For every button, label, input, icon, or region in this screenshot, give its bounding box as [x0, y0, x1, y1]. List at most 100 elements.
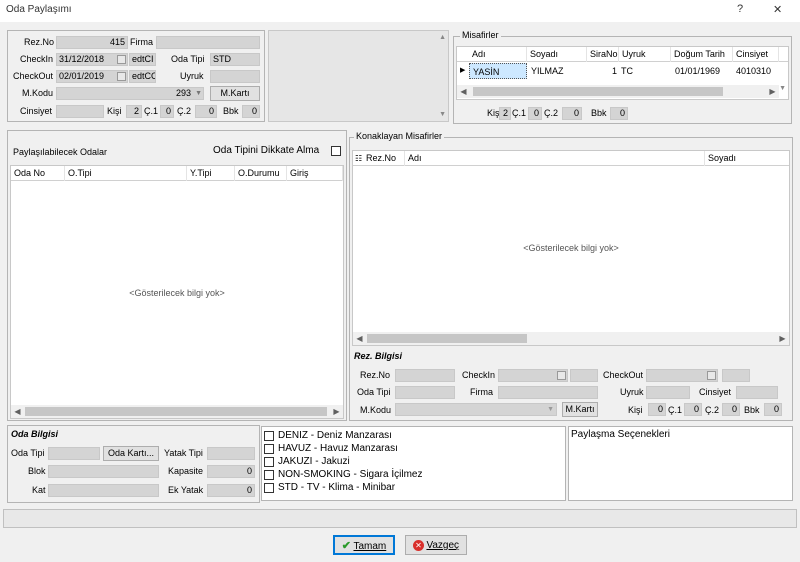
col-odano[interactable]: Oda No: [11, 166, 65, 181]
calendar-icon[interactable]: [707, 371, 716, 380]
c2-field[interactable]: 0: [195, 105, 217, 118]
help-button[interactable]: ?: [737, 3, 743, 15]
kisi-field[interactable]: 0: [648, 403, 666, 416]
chevron-down-icon[interactable]: ▼: [547, 404, 554, 415]
cancel-icon: ✕: [412, 540, 424, 551]
scroll-left-icon[interactable]: ◀: [457, 85, 470, 98]
col-soyadi[interactable]: Soyadı: [527, 47, 587, 62]
col-odurumu[interactable]: O.Durumu: [235, 166, 287, 181]
col-rezno[interactable]: Rez.No: [363, 151, 405, 166]
guests-title: Misafirler: [460, 30, 501, 40]
scroll-up-icon[interactable]: ▲: [439, 34, 446, 41]
col-giris[interactable]: Giriş: [287, 166, 343, 181]
firma-field[interactable]: [498, 386, 598, 399]
uyruk-field[interactable]: [646, 386, 690, 399]
mkodu-field[interactable]: ▼: [395, 403, 557, 416]
mkarti-button[interactable]: M.Kartı: [210, 86, 260, 101]
scroll-right-icon[interactable]: ▶: [776, 332, 789, 345]
c1-field[interactable]: 0: [160, 105, 174, 118]
col-adi[interactable]: Adı: [405, 151, 705, 166]
scroll-thumb[interactable]: [367, 334, 527, 343]
uyruk-field[interactable]: [210, 70, 260, 83]
kisi-field[interactable]: 2: [499, 107, 511, 120]
c1-field[interactable]: 0: [528, 107, 542, 120]
kat-label: Kat: [32, 485, 46, 495]
c2-field[interactable]: 0: [562, 107, 582, 120]
table-row[interactable]: ▶ YASİN YILMAZ 1 TC 01/01/1969 4010310: [457, 63, 779, 79]
odatipi-field[interactable]: STD: [210, 53, 260, 66]
close-button[interactable]: ✕: [773, 3, 782, 16]
cinsiyet-field[interactable]: [56, 105, 104, 118]
col-ytipi[interactable]: Y.Tipi: [187, 166, 235, 181]
kat-field[interactable]: [48, 484, 159, 497]
columns-icon[interactable]: ☷: [355, 154, 362, 163]
feature-checkbox[interactable]: [264, 483, 274, 493]
bbk-field[interactable]: 0: [610, 107, 628, 120]
feature-checkbox[interactable]: [264, 457, 274, 467]
checkout-edt-field[interactable]: edtCC: [129, 70, 156, 83]
ignore-roomtype-checkbox[interactable]: [331, 146, 341, 156]
feature-checkbox[interactable]: [264, 444, 274, 454]
checkout-field[interactable]: [646, 369, 718, 382]
ok-button[interactable]: ✔ Tamam: [333, 535, 395, 555]
guests-grid: Adı Soyadı SiraNo Uyruk Doğum Tarih Cins…: [456, 46, 789, 100]
checkin-edt-field[interactable]: [570, 369, 598, 382]
mkarti-button[interactable]: M.Kartı: [562, 402, 598, 417]
firma-field[interactable]: [156, 36, 260, 49]
bbk-field[interactable]: 0: [242, 105, 260, 118]
c1-field[interactable]: 0: [684, 403, 702, 416]
calendar-icon[interactable]: [557, 371, 566, 380]
scroll-right-icon[interactable]: ▶: [330, 405, 343, 418]
ekyatak-field[interactable]: 0: [207, 484, 255, 497]
blok-field[interactable]: [48, 465, 159, 478]
col-dogum[interactable]: Doğum Tarih: [671, 47, 733, 62]
col-soyadi[interactable]: Soyadı: [705, 151, 789, 166]
guests-hscroll[interactable]: ◀ ▶: [457, 85, 779, 98]
rezno-field[interactable]: [395, 369, 455, 382]
col-otipi[interactable]: O.Tipi: [65, 166, 187, 181]
calendar-icon[interactable]: [117, 72, 126, 81]
shareable-hscroll[interactable]: ◀ ▶: [11, 405, 343, 418]
chevron-down-icon[interactable]: ▼: [195, 88, 202, 99]
checkout-value: 02/01/2019: [59, 71, 105, 81]
scroll-thumb[interactable]: [473, 87, 723, 96]
kapasite-field[interactable]: 0: [207, 465, 255, 478]
checkout-edt-field[interactable]: [722, 369, 750, 382]
scroll-thumb[interactable]: [25, 407, 327, 416]
col-cinsiyet[interactable]: Cinsiyet: [733, 47, 779, 62]
col-adi[interactable]: Adı: [469, 47, 527, 62]
cancel-button[interactable]: ✕ Vazgeç: [405, 535, 467, 555]
staying-hscroll[interactable]: ◀ ▶: [353, 332, 789, 345]
calendar-icon[interactable]: [117, 55, 126, 64]
rezno-field[interactable]: 415: [56, 36, 128, 49]
col-sirano[interactable]: SiraNo: [587, 47, 619, 62]
scroll-left-icon[interactable]: ◀: [353, 332, 366, 345]
col-uyruk[interactable]: Uyruk: [619, 47, 671, 62]
mkodu-field[interactable]: 293 ▼: [56, 87, 204, 100]
odatipi-field[interactable]: [395, 386, 455, 399]
scroll-right-icon[interactable]: ▶: [766, 85, 779, 98]
bbk-field[interactable]: 0: [764, 403, 782, 416]
empty-message: <Gösterilecek bilgi yok>: [523, 243, 619, 253]
odakarti-button[interactable]: Oda Kartı...: [103, 446, 159, 461]
checkout-field[interactable]: 02/01/2019: [56, 70, 128, 83]
cinsiyet-field[interactable]: [736, 386, 778, 399]
feature-checkbox[interactable]: [264, 470, 274, 480]
checkin-field[interactable]: [498, 369, 568, 382]
notes-area[interactable]: ▲ ▼: [268, 30, 449, 122]
cancel-label: Vazgeç: [426, 540, 460, 551]
kisi-field[interactable]: 2: [126, 105, 142, 118]
cell-dogum: 01/01/1969: [675, 66, 721, 76]
cell-uyruk: TC: [621, 66, 633, 76]
checkin-field[interactable]: 31/12/2018: [56, 53, 128, 66]
scroll-left-icon[interactable]: ◀: [11, 405, 24, 418]
status-bar: [3, 509, 797, 528]
feature-label: NON-SMOKING - Sigara İçilmez: [278, 469, 423, 480]
feature-checkbox[interactable]: [264, 431, 274, 441]
yataktipi-field[interactable]: [207, 447, 255, 460]
c2-field[interactable]: 0: [722, 403, 740, 416]
scroll-down-icon[interactable]: ▼: [439, 111, 446, 118]
checkin-edt-field[interactable]: edtCI: [129, 53, 156, 66]
odatipi-field[interactable]: [48, 447, 100, 460]
scroll-down-icon[interactable]: ▼: [779, 85, 786, 92]
